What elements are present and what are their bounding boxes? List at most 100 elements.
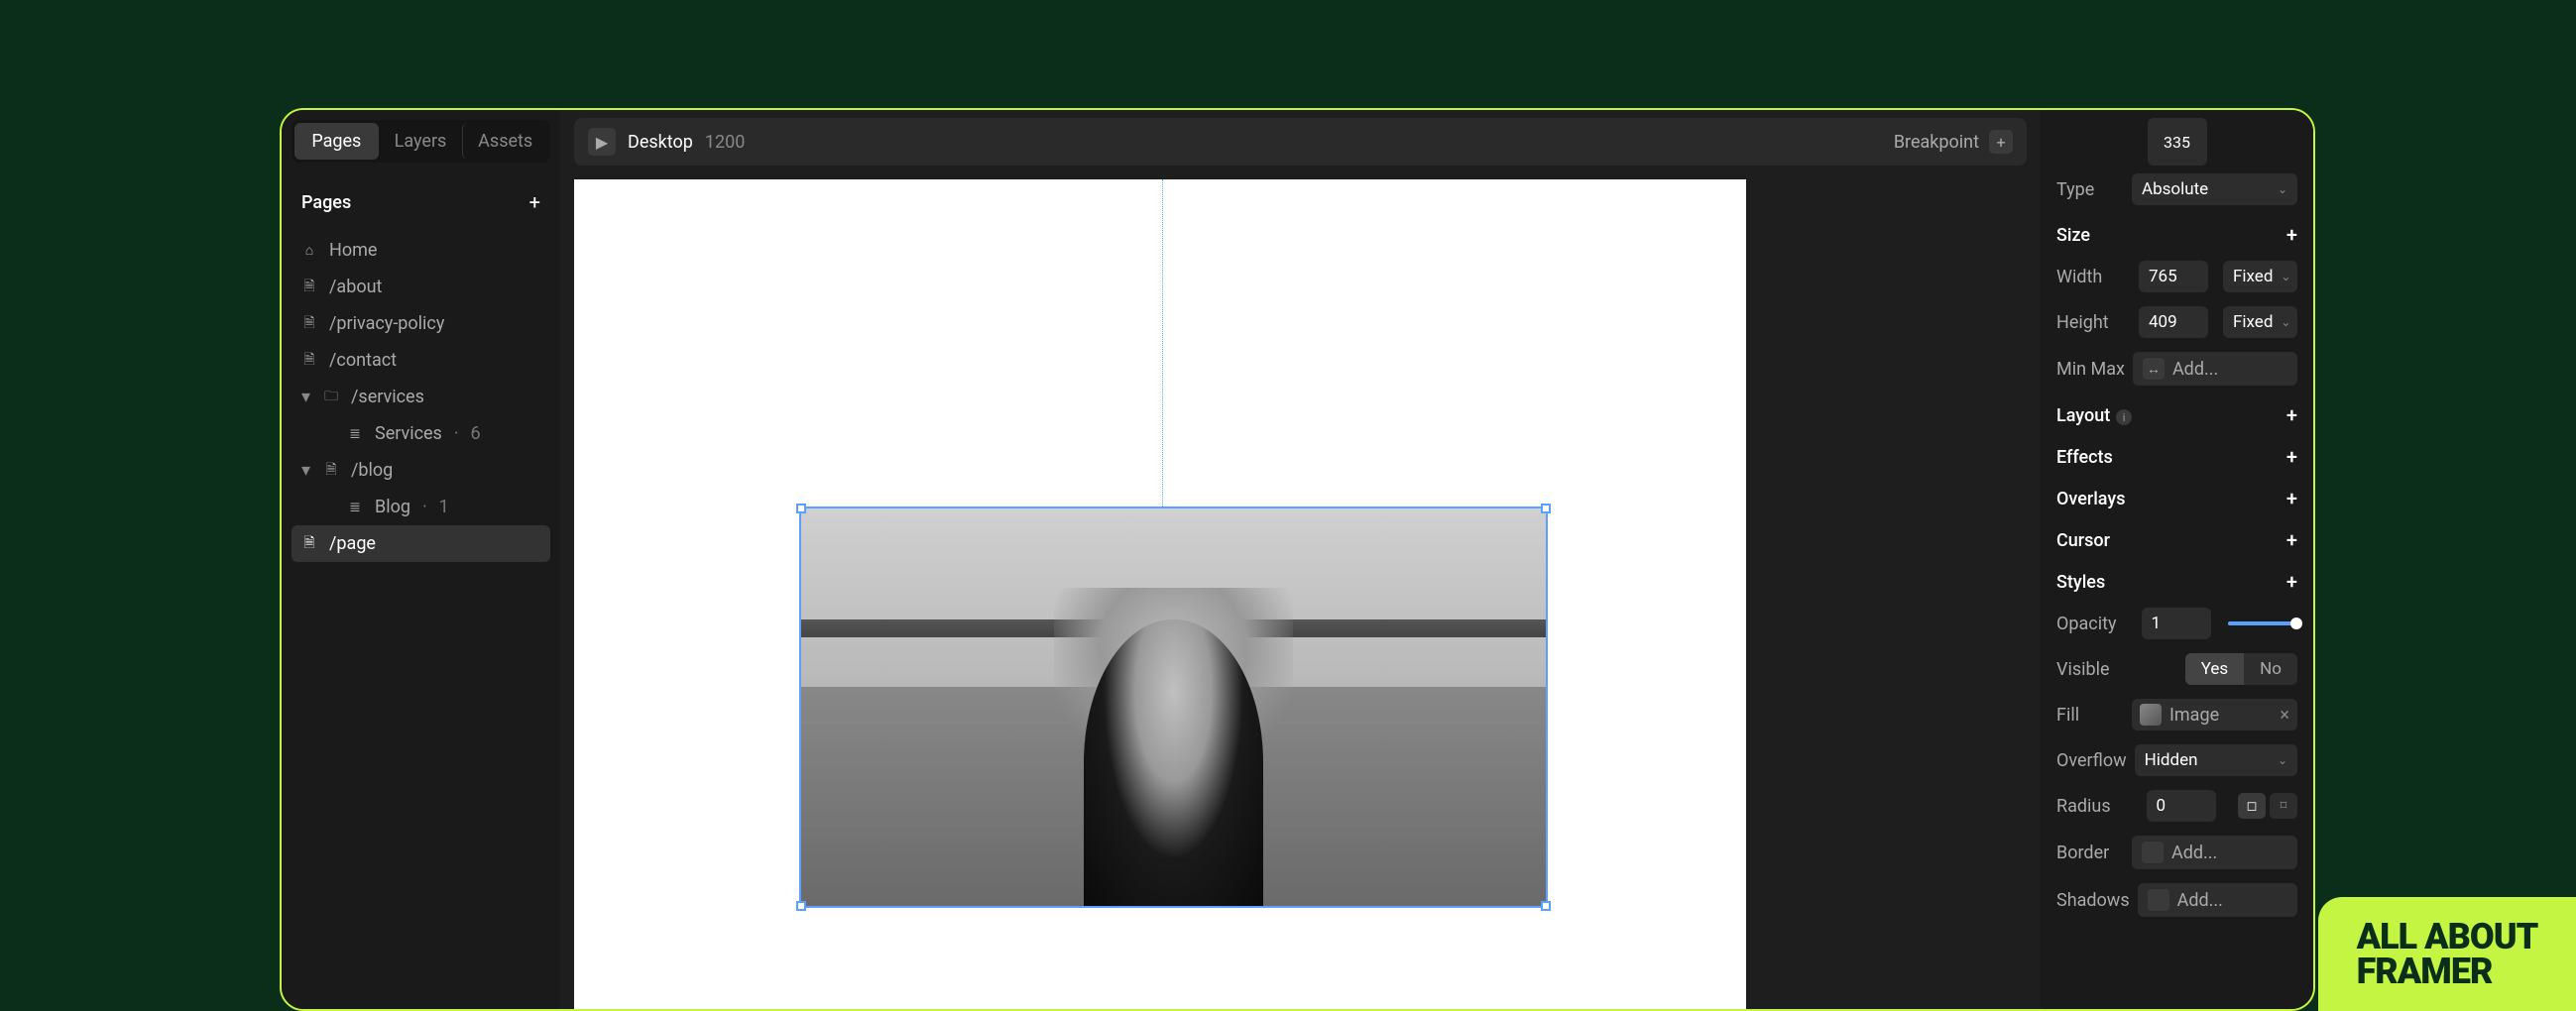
overflow-select[interactable]: Hidden⌄ [2135, 744, 2297, 776]
breakpoint-size: 1200 [705, 132, 745, 153]
border-add-button[interactable]: Add... [2132, 836, 2297, 869]
chevron-down-icon[interactable]: ▾ [301, 387, 311, 407]
effects-section-header[interactable]: Effects + [2056, 445, 2297, 469]
size-section-header: Size + [2056, 223, 2297, 247]
selected-image[interactable] [799, 506, 1548, 908]
chevron-down-icon[interactable]: ▾ [301, 460, 311, 481]
page-label: Services [375, 423, 442, 444]
visible-label: Visible [2056, 659, 2124, 680]
cursor-add-button[interactable]: + [2286, 528, 2297, 552]
shadows-add-button[interactable]: Add... [2138, 883, 2297, 917]
position-type-select[interactable]: Absolute ⌄ [2132, 173, 2297, 205]
radius-input[interactable] [2147, 790, 2216, 822]
type-label: Type [2056, 179, 2124, 200]
pages-header: Pages + [292, 180, 550, 224]
resize-handle-tl[interactable] [796, 504, 806, 513]
canvas-area: ▶ Desktop 1200 Breakpoint + [560, 110, 2041, 1009]
opacity-label: Opacity [2056, 614, 2124, 634]
overlays-section-header[interactable]: Overlays + [2056, 487, 2297, 510]
visible-toggle: Yes No [2185, 653, 2297, 685]
resize-handle-br[interactable] [1541, 901, 1551, 911]
size-add-button[interactable]: + [2286, 223, 2297, 247]
folder-icon: 🗀 [323, 390, 339, 405]
page-item-contact[interactable]: 🗎 /contact [292, 342, 550, 379]
home-icon: ⌂ [301, 243, 317, 259]
minmax-add-button[interactable]: ↔ Add... [2133, 352, 2297, 386]
width-input[interactable] [2139, 261, 2208, 292]
page-count: 1 [439, 497, 449, 517]
radius-all-button[interactable]: ◻ [2238, 793, 2266, 819]
page-item-about[interactable]: 🗎 /about [292, 269, 550, 305]
play-button[interactable]: ▶ [588, 128, 616, 156]
page-list: ⌂ Home 🗎 /about 🗎 /privacy-policy 🗎 /con… [292, 232, 550, 562]
resize-handle-bl[interactable] [796, 901, 806, 911]
page-label: Blog [375, 497, 410, 517]
styles-add-button[interactable]: + [2286, 570, 2297, 594]
resize-handle-tr[interactable] [1541, 504, 1551, 513]
radius-individual-button[interactable]: ⌑ [2270, 793, 2297, 819]
height-input[interactable] [2139, 306, 2208, 338]
page-icon: 🗎 [301, 536, 317, 552]
border-label: Border [2056, 842, 2124, 863]
stack-icon: ≣ [347, 426, 363, 442]
opacity-slider[interactable] [2228, 621, 2297, 625]
radius-label: Radius [2056, 796, 2124, 817]
fill-label: Fill [2056, 705, 2124, 726]
page-item-page[interactable]: 🗎 /page [292, 525, 550, 562]
info-icon: i [2116, 409, 2132, 425]
overlays-add-button[interactable]: + [2286, 487, 2297, 510]
minmax-label: Min Max [2056, 359, 2125, 380]
page-label: Home [329, 240, 377, 261]
tab-pages[interactable]: Pages [294, 123, 379, 160]
fill-swatch [2140, 704, 2162, 726]
shadows-label: Shadows [2056, 890, 2130, 911]
visible-yes-button[interactable]: Yes [2185, 653, 2244, 685]
expand-icon: ↔ [2143, 358, 2165, 380]
page-item-privacy[interactable]: 🗎 /privacy-policy [292, 305, 550, 342]
page-label: /privacy-policy [329, 313, 444, 334]
page-item-blog-cms[interactable]: ≣ Blog · 1 [292, 489, 550, 525]
canvas-viewport[interactable] [560, 166, 2041, 1009]
height-label: Height [2056, 312, 2124, 333]
page-icon: 🗎 [301, 280, 317, 295]
width-mode-select[interactable]: Fixed⌄ [2223, 261, 2297, 292]
page-item-blog[interactable]: ▾ 🗎 /blog [292, 452, 550, 489]
tab-layers[interactable]: Layers [379, 123, 463, 160]
sidebar-tabs: Pages Layers Assets [292, 120, 550, 163]
page-label: /services [351, 387, 424, 407]
overflow-label: Overflow [2056, 750, 2127, 771]
position-value-box[interactable]: 335 [2148, 118, 2207, 166]
page-icon: 🗎 [323, 463, 339, 479]
page-label: /about [329, 277, 382, 297]
breakpoint-name[interactable]: Desktop [628, 132, 693, 153]
logo-badge: ALL ABOUT FRAMER [2318, 897, 2576, 1011]
breakpoint-label: Breakpoint [1894, 132, 1979, 153]
page-item-services-cms[interactable]: ≣ Services · 6 [292, 415, 550, 452]
swatch-icon [2142, 842, 2164, 863]
layout-section-header[interactable]: Layouti + [2056, 403, 2297, 427]
properties-panel: 335 Type Absolute ⌄ Size + Width Fixed⌄ … [2041, 110, 2313, 1009]
add-page-button[interactable]: + [529, 190, 540, 214]
visible-no-button[interactable]: No [2244, 653, 2297, 685]
page-label: /contact [329, 350, 397, 371]
page-label: /page [329, 533, 376, 554]
image-content [801, 508, 1546, 906]
height-mode-select[interactable]: Fixed⌄ [2223, 306, 2297, 338]
opacity-input[interactable] [2142, 608, 2211, 639]
chevron-down-icon: ⌄ [2278, 182, 2287, 196]
effects-add-button[interactable]: + [2286, 445, 2297, 469]
cursor-section-header[interactable]: Cursor + [2056, 528, 2297, 552]
canvas-toolbar: ▶ Desktop 1200 Breakpoint + [574, 118, 2027, 166]
pages-title: Pages [301, 192, 351, 213]
page-label: /blog [351, 460, 393, 481]
page-item-home[interactable]: ⌂ Home [292, 232, 550, 269]
page-item-services[interactable]: ▾ 🗀 /services [292, 379, 550, 415]
layout-add-button[interactable]: + [2286, 403, 2297, 427]
app-window: Pages Layers Assets Pages + ⌂ Home 🗎 /ab… [280, 108, 2315, 1011]
logo-text: ALL ABOUT FRAMER [2357, 920, 2538, 987]
artboard[interactable] [574, 179, 1746, 1009]
add-breakpoint-button[interactable]: + [1989, 130, 2013, 154]
tab-assets[interactable]: Assets [462, 123, 547, 160]
fill-clear-button[interactable]: × [2280, 705, 2289, 726]
fill-picker[interactable]: Image × [2132, 699, 2297, 730]
